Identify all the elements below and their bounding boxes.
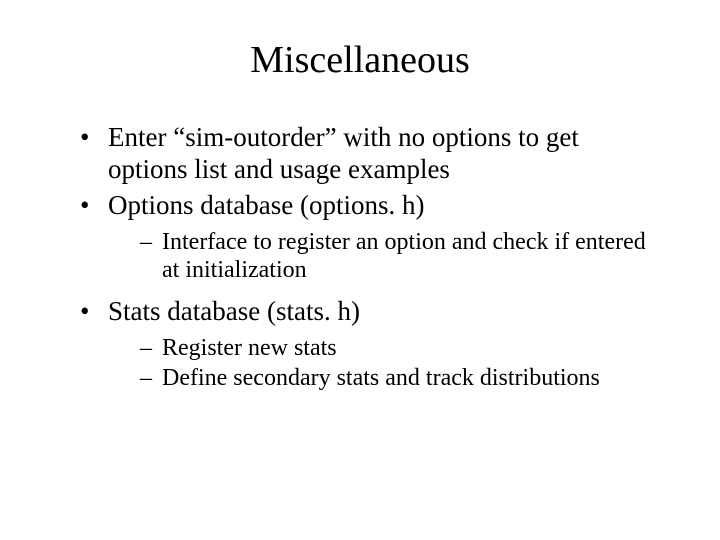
sub-list-item-text: Interface to register an option and chec…: [162, 229, 646, 283]
list-item: Stats database (stats. h) Register new s…: [80, 296, 660, 392]
sub-list: Interface to register an option and chec…: [108, 228, 660, 285]
sub-list-item: Register new stats: [140, 334, 660, 362]
list-item: Enter “sim-outorder” with no options to …: [80, 122, 660, 186]
bullet-list: Enter “sim-outorder” with no options to …: [60, 122, 660, 393]
list-item-text: Options database (options. h): [108, 190, 424, 220]
sub-list-item: Interface to register an option and chec…: [140, 228, 660, 285]
sub-list: Register new stats Define secondary stat…: [108, 334, 660, 393]
sub-list-item: Define secondary stats and track distrib…: [140, 364, 660, 392]
list-item-text: Stats database (stats. h): [108, 296, 360, 326]
list-item: Options database (options. h) Interface …: [80, 190, 660, 284]
slide: Miscellaneous Enter “sim-outorder” with …: [0, 0, 720, 540]
sub-list-item-text: Register new stats: [162, 335, 337, 361]
sub-list-item-text: Define secondary stats and track distrib…: [162, 365, 600, 391]
slide-title: Miscellaneous: [60, 38, 660, 82]
list-item-text: Enter “sim-outorder” with no options to …: [108, 122, 579, 184]
